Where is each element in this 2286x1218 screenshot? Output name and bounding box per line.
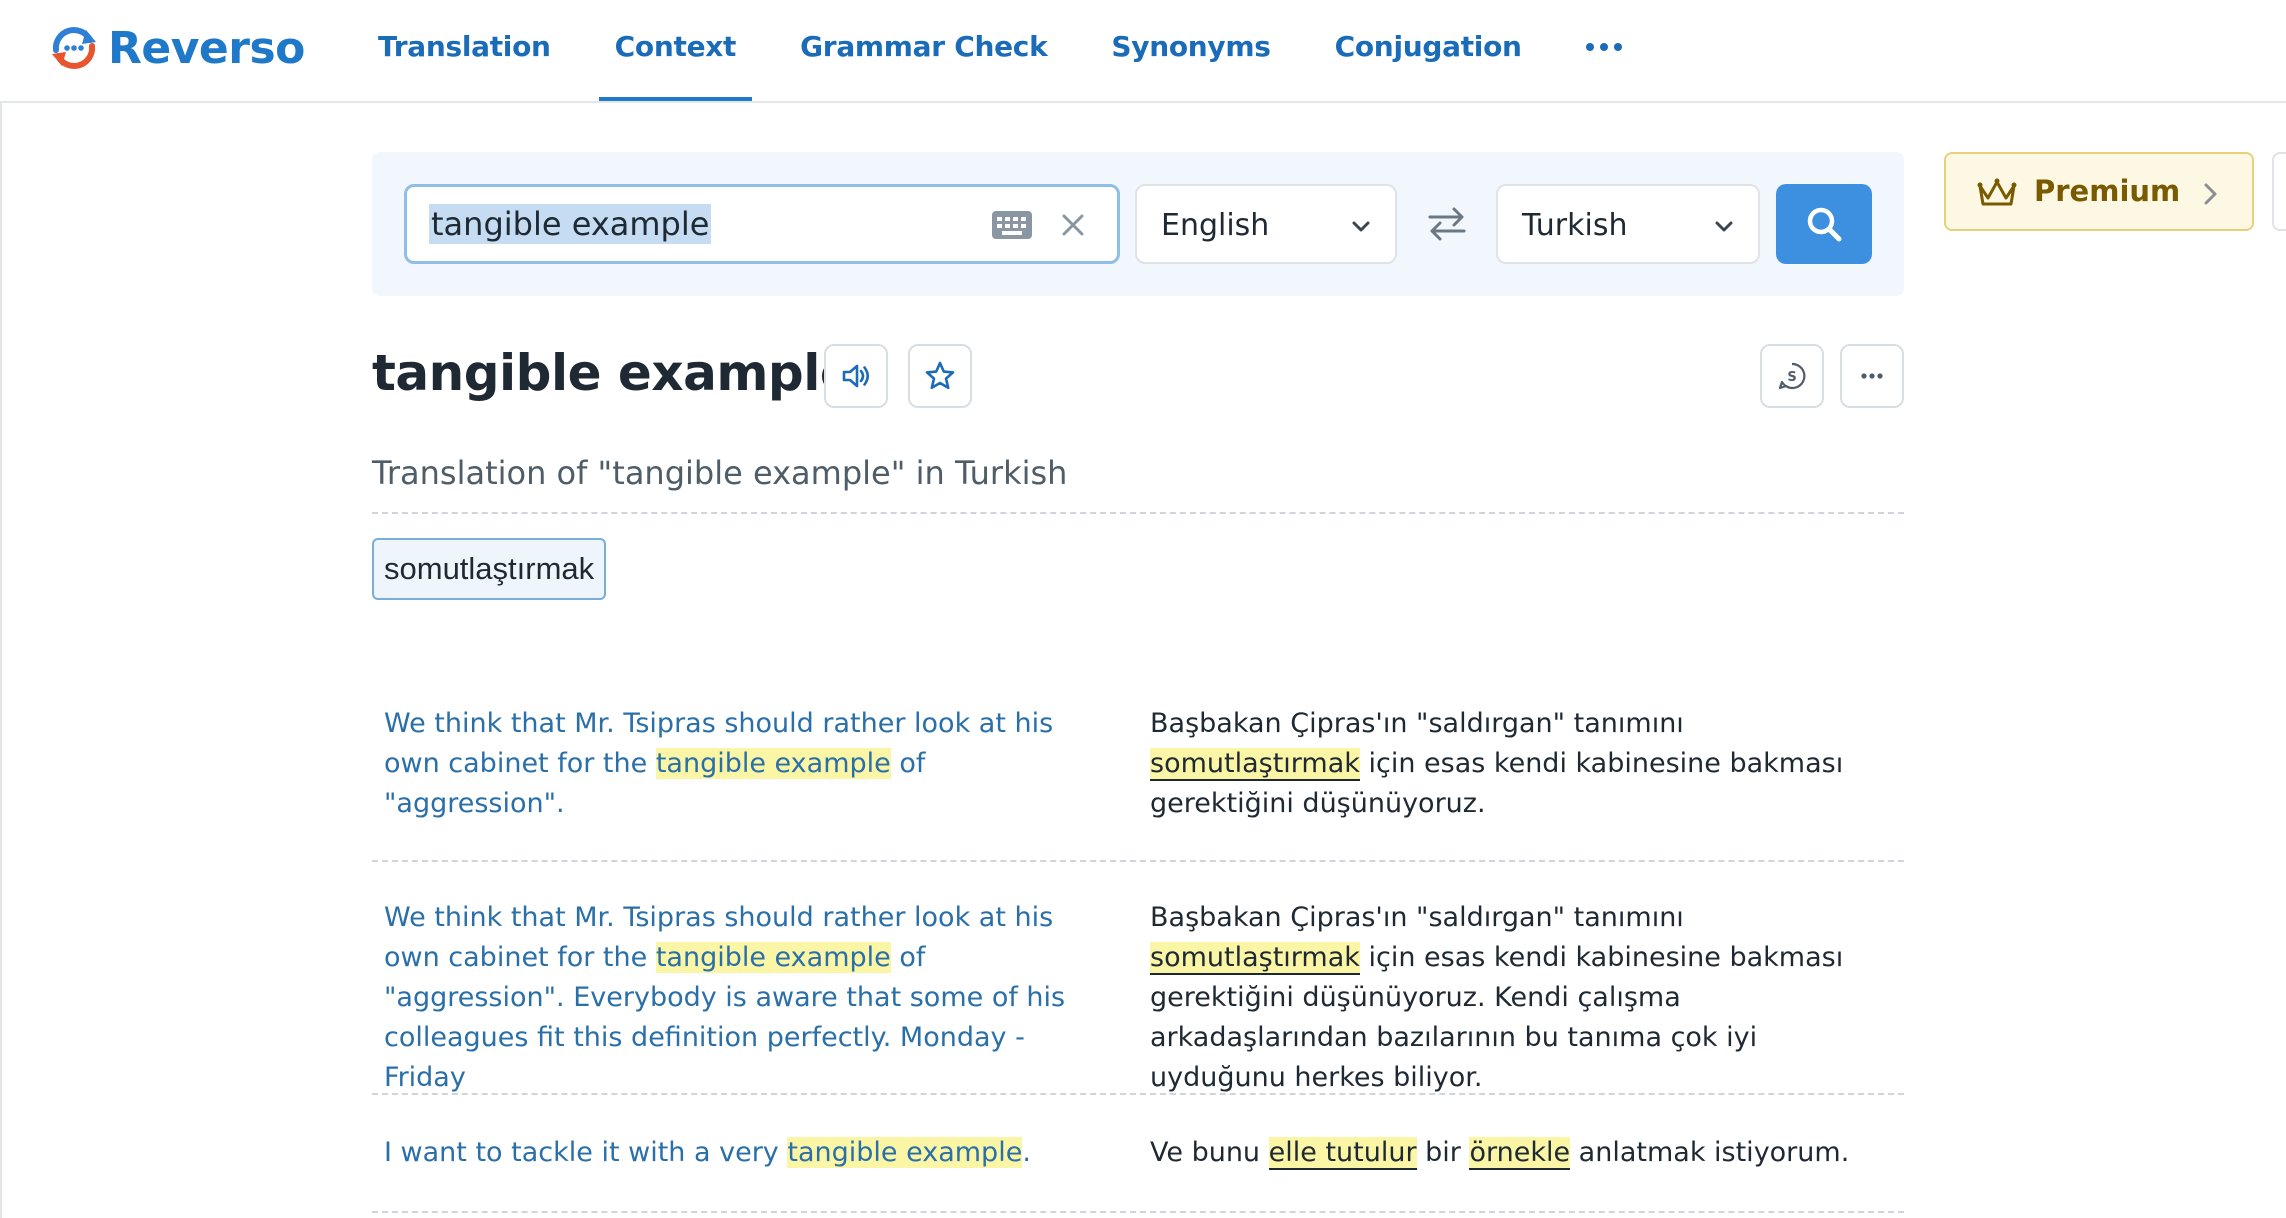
synonyms-button[interactable]: S — [1760, 344, 1824, 408]
account-button[interactable] — [2272, 152, 2286, 231]
speaker-icon — [842, 364, 870, 388]
main-nav: Translation Context Grammar Check Synony… — [378, 0, 1622, 103]
example-target-text: Başbakan Çipras'ın "saldırgan" tanımını … — [1150, 898, 1890, 1098]
sentence-text: Başbakan Çipras'ın "saldırgan" tanımını — [1150, 708, 1684, 739]
chevron-down-icon — [1352, 221, 1370, 232]
source-language-select[interactable]: English — [1135, 184, 1397, 264]
highlighted-phrase[interactable]: tangible example — [655, 942, 891, 973]
highlighted-phrase[interactable]: tangible example — [787, 1137, 1023, 1168]
divider — [372, 1093, 1904, 1095]
svg-text:S: S — [1787, 370, 1796, 385]
nav-grammar-check[interactable]: Grammar Check — [800, 0, 1048, 101]
divider — [372, 512, 1904, 514]
reverso-logo-icon — [52, 27, 96, 69]
synonyms-icon: S — [1778, 362, 1806, 390]
swap-icon[interactable] — [1426, 204, 1468, 244]
nav-context[interactable]: Context — [598, 0, 753, 101]
top-navigation-bar: Reverso Translation Context Grammar Chec… — [0, 0, 2286, 103]
star-icon — [925, 361, 955, 390]
favorite-button[interactable] — [908, 344, 972, 408]
search-query-text[interactable]: tangible example — [429, 204, 712, 244]
more-options-button[interactable] — [1840, 344, 1904, 408]
target-language-select[interactable]: Turkish — [1496, 184, 1760, 264]
translation-chip[interactable]: somutlaştırmak — [372, 538, 607, 600]
keyboard-icon[interactable] — [992, 211, 1032, 239]
page-title: tangible example — [372, 344, 854, 402]
search-input[interactable]: tangible example — [404, 184, 1120, 264]
logo-text: Reverso — [108, 22, 305, 74]
highlighted-phrase[interactable]: tangible example — [655, 748, 891, 779]
nav-synonyms[interactable]: Synonyms — [1111, 0, 1271, 101]
example-target-text: Ve bunu elle tutulur bir örnekle anlatma… — [1150, 1133, 1890, 1173]
sentence-text: Başbakan Çipras'ın "saldırgan" tanımını — [1150, 902, 1684, 933]
search-button[interactable] — [1776, 184, 1872, 264]
example-source-text: I want to tackle it with a very tangible… — [384, 1133, 1104, 1173]
premium-label: Premium — [2034, 174, 2181, 208]
more-dots-icon — [1861, 373, 1883, 379]
highlighted-phrase[interactable]: örnekle — [1469, 1137, 1571, 1170]
divider — [372, 1211, 1904, 1213]
reverso-logo[interactable]: Reverso — [46, 18, 305, 78]
highlighted-phrase[interactable]: elle tutulur — [1268, 1137, 1417, 1170]
search-icon — [1807, 207, 1842, 242]
sentence-text: bir — [1416, 1137, 1470, 1168]
example-source-text: We think that Mr. Tsipras should rather … — [384, 898, 1104, 1098]
example-target-text: Başbakan Çipras'ın "saldırgan" tanımını … — [1150, 704, 1890, 824]
sentence-text: anlatmak istiyorum. — [1570, 1137, 1850, 1168]
nav-translation[interactable]: Translation — [378, 0, 551, 101]
more-dots-icon[interactable] — [1585, 0, 1622, 94]
source-language-label: English — [1161, 208, 1270, 243]
translation-subtitle: Translation of "tangible example" in Tur… — [372, 454, 1068, 492]
target-language-label: Turkish — [1522, 208, 1628, 243]
page-left-border — [0, 103, 2, 1218]
highlighted-phrase[interactable]: somutlaştırmak — [1150, 942, 1360, 975]
divider — [372, 860, 1904, 862]
chevron-down-icon — [1715, 221, 1733, 232]
nav-conjugation[interactable]: Conjugation — [1335, 0, 1522, 101]
chevron-right-icon — [2204, 183, 2217, 205]
sentence-text: Ve bunu — [1150, 1137, 1269, 1168]
pronounce-button[interactable] — [824, 344, 888, 408]
clear-icon[interactable] — [1055, 207, 1091, 243]
example-source-text: We think that Mr. Tsipras should rather … — [384, 704, 1104, 824]
search-panel: tangible example English Turkish — [372, 152, 1904, 296]
highlighted-phrase[interactable]: somutlaştırmak — [1150, 748, 1360, 781]
crown-icon — [1977, 178, 2017, 206]
premium-button[interactable]: Premium — [1944, 152, 2254, 231]
sentence-text: . — [1022, 1137, 1031, 1168]
sentence-text: I want to tackle it with a very — [384, 1137, 788, 1168]
